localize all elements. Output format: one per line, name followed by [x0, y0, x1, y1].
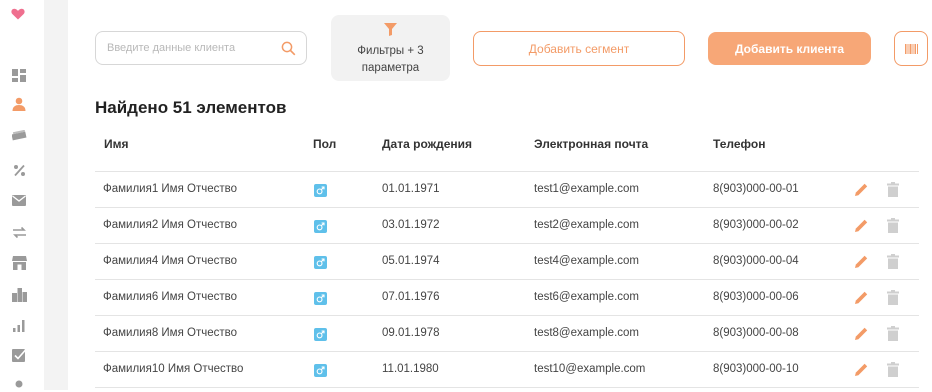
- sidebar-item-more[interactable]: [10, 374, 28, 392]
- cell-email: test4@example.com: [534, 255, 639, 267]
- column-header-gender[interactable]: Пол: [313, 137, 336, 151]
- male-gender-icon: [314, 220, 327, 233]
- edit-pencil-icon[interactable]: [854, 254, 869, 274]
- sidebar-item-analytics[interactable]: [10, 316, 28, 334]
- sidebar-item-cards[interactable]: [10, 126, 28, 144]
- cell-name: Фамилия2 Имя Отчество: [103, 219, 238, 231]
- store-icon: [11, 256, 27, 270]
- cell-name: Фамилия4 Имя Отчество: [103, 255, 238, 267]
- sidebar-item-mailing[interactable]: [10, 191, 28, 209]
- cell-birth-date: 11.01.1980: [382, 363, 439, 375]
- sidebar-item-tasks[interactable]: [10, 346, 28, 364]
- cell-name: Фамилия8 Имя Отчество: [103, 327, 238, 339]
- cell-name: Фамилия10 Имя Отчество: [103, 363, 244, 375]
- sidebar-divider: [44, 0, 68, 390]
- cell-birth-date: 07.01.1976: [382, 291, 440, 303]
- sidebar-item-companies[interactable]: [10, 286, 28, 304]
- more-icon: [15, 380, 23, 388]
- sidebar-item-transactions[interactable]: [10, 223, 28, 241]
- delete-trash-icon[interactable]: [887, 254, 899, 274]
- cell-phone: 8(903)000-00-08: [713, 327, 799, 339]
- delete-trash-icon[interactable]: [887, 182, 899, 202]
- cell-email: test6@example.com: [534, 291, 639, 303]
- column-header-phone[interactable]: Телефон: [713, 137, 765, 151]
- percent-icon: [13, 164, 25, 176]
- male-gender-icon: [314, 256, 327, 269]
- cell-phone: 8(903)000-00-04: [713, 255, 799, 267]
- edit-pencil-icon[interactable]: [854, 182, 869, 202]
- heart-logo-icon[interactable]: [11, 7, 25, 25]
- search-icon[interactable]: [281, 41, 296, 56]
- cell-email: test10@example.com: [534, 363, 646, 375]
- sidebar-item-discounts[interactable]: [10, 161, 28, 179]
- column-header-email[interactable]: Электронная почта: [534, 137, 648, 151]
- bar-chart-icon: [13, 319, 25, 332]
- edit-pencil-icon[interactable]: [854, 218, 869, 238]
- cell-email: test8@example.com: [534, 327, 639, 339]
- delete-trash-icon[interactable]: [887, 362, 899, 382]
- male-gender-icon: [314, 364, 327, 377]
- edit-pencil-icon[interactable]: [854, 290, 869, 310]
- search-box[interactable]: [95, 31, 307, 65]
- sidebar-item-dashboard[interactable]: [10, 66, 28, 84]
- sidebar: [0, 0, 44, 390]
- barcode-scan-button[interactable]: [894, 31, 928, 66]
- delete-trash-icon[interactable]: [887, 290, 899, 310]
- filters-label: Фильтры + 3 параметра: [357, 45, 424, 74]
- table-row[interactable]: Фамилия1 Имя Отчество 01.01.1971 test1@e…: [95, 172, 919, 208]
- results-count-heading: Найдено 51 элементов: [95, 98, 287, 117]
- add-client-button[interactable]: Добавить клиента: [708, 32, 871, 65]
- male-gender-icon: [314, 292, 327, 305]
- user-icon: [12, 97, 26, 111]
- cell-phone: 8(903)000-00-06: [713, 291, 799, 303]
- cell-birth-date: 05.01.1974: [382, 255, 440, 267]
- cards-icon: [11, 129, 26, 140]
- edit-pencil-icon[interactable]: [854, 362, 869, 382]
- filter-funnel-icon: [384, 23, 397, 36]
- mail-icon: [12, 194, 26, 206]
- delete-trash-icon[interactable]: [887, 326, 899, 346]
- exchange-icon: [12, 226, 26, 238]
- search-input[interactable]: [105, 41, 281, 55]
- table-row[interactable]: Фамилия10 Имя Отчество 11.01.1980 test10…: [95, 352, 919, 388]
- cell-email: test2@example.com: [534, 219, 639, 231]
- cell-birth-date: 01.01.1971: [382, 183, 440, 195]
- delete-trash-icon[interactable]: [887, 218, 899, 238]
- buildings-icon: [11, 288, 27, 302]
- filters-button[interactable]: Фильтры + 3 параметра: [331, 15, 450, 81]
- barcode-icon: [904, 43, 918, 54]
- add-segment-button[interactable]: Добавить сегмент: [473, 31, 685, 66]
- male-gender-icon: [314, 184, 327, 197]
- edit-pencil-icon[interactable]: [854, 326, 869, 346]
- table-row[interactable]: Фамилия4 Имя Отчество 05.01.1974 test4@e…: [95, 244, 919, 280]
- cell-phone: 8(903)000-00-10: [713, 363, 799, 375]
- cell-phone: 8(903)000-00-02: [713, 219, 799, 231]
- checklist-icon: [12, 349, 26, 362]
- sidebar-item-clients[interactable]: [10, 95, 28, 113]
- cell-email: test1@example.com: [534, 183, 639, 195]
- dashboard-icon: [12, 68, 26, 82]
- cell-name: Фамилия1 Имя Отчество: [103, 183, 238, 195]
- table-row[interactable]: Фамилия2 Имя Отчество 03.01.1972 test2@e…: [95, 208, 919, 244]
- cell-birth-date: 03.01.1972: [382, 219, 440, 231]
- table-row[interactable]: Фамилия8 Имя Отчество 09.01.1978 test8@e…: [95, 316, 919, 352]
- table-row[interactable]: Фамилия6 Имя Отчество 07.01.1976 test6@e…: [95, 280, 919, 316]
- column-header-birth-date[interactable]: Дата рождения: [382, 137, 472, 151]
- cell-birth-date: 09.01.1978: [382, 327, 440, 339]
- cell-phone: 8(903)000-00-01: [713, 183, 799, 195]
- male-gender-icon: [314, 328, 327, 341]
- sidebar-item-stores[interactable]: [10, 254, 28, 272]
- cell-name: Фамилия6 Имя Отчество: [103, 291, 238, 303]
- column-header-name[interactable]: Имя: [104, 137, 129, 151]
